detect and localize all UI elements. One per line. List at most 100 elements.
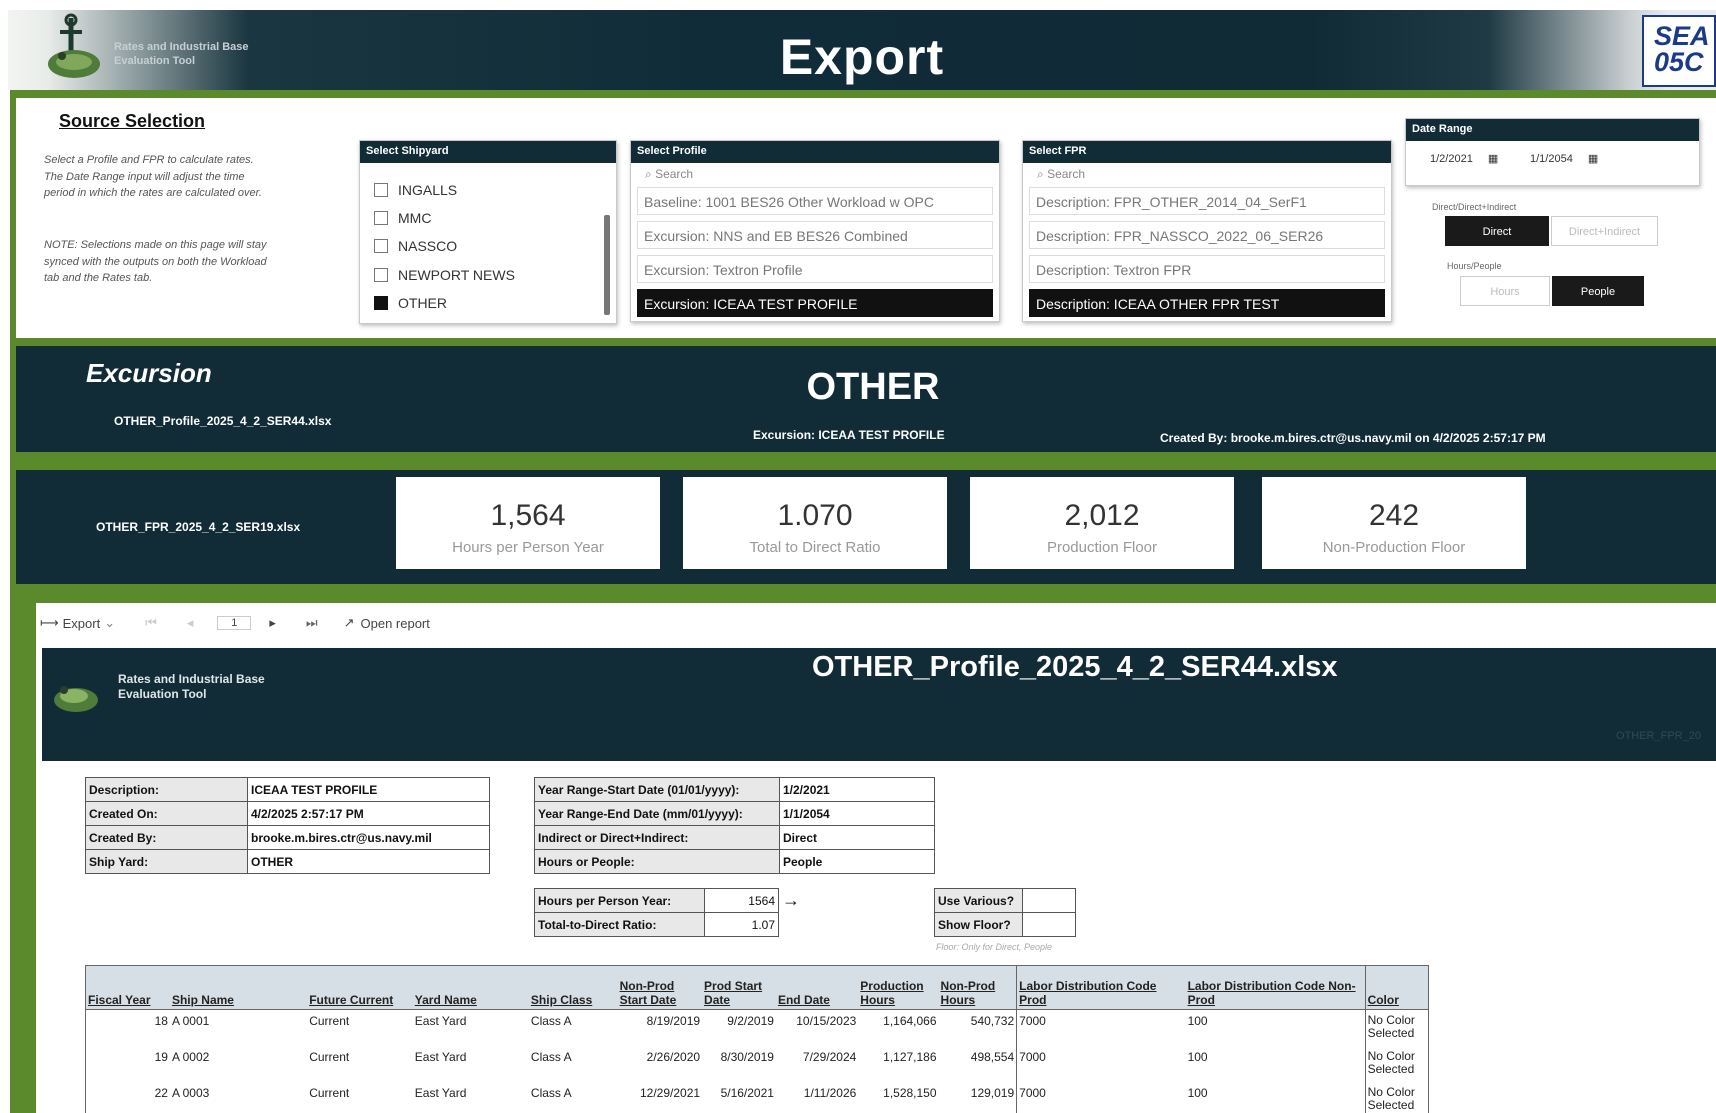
table-cell: 498,554 bbox=[938, 1045, 1018, 1082]
column-header: End Date bbox=[775, 965, 859, 1010]
table-cell: Class A bbox=[530, 1049, 572, 1064]
table-cell: East Yard bbox=[414, 1049, 467, 1064]
kpi-card: 1.070 Total to Direct Ratio bbox=[683, 477, 947, 569]
people-button[interactable]: People bbox=[1552, 276, 1644, 306]
arrow-right-icon: → bbox=[782, 890, 800, 910]
shipyard-option[interactable]: INGALLS bbox=[374, 182, 457, 198]
fpr-option[interactable]: Description: FPR_OTHER_2014_04_SerF1 bbox=[1029, 187, 1385, 215]
table-cell: 9/2/2019 bbox=[727, 1014, 774, 1028]
date-range-slicer: Date Range 1/2/2021 ▦ 1/1/2054 ▦ bbox=[1405, 118, 1700, 186]
created-by: Created By: brooke.m.bires.ctr@us.navy.m… bbox=[1160, 431, 1546, 445]
direct-indirect-button[interactable]: Direct+Indirect bbox=[1551, 216, 1658, 246]
start-date-input[interactable]: 1/2/2021 ▦ bbox=[1430, 152, 1498, 165]
direct-button[interactable]: Direct bbox=[1445, 216, 1549, 246]
excursion-profile: Excursion: ICEAA TEST PROFILE bbox=[753, 428, 945, 442]
profile-option[interactable]: Excursion: Textron Profile bbox=[637, 255, 993, 283]
table-cell: Class A bbox=[530, 1085, 572, 1100]
profile-slicer-header: Select Profile bbox=[631, 141, 999, 163]
profile-search[interactable]: ⌕ Search bbox=[645, 167, 693, 182]
report-header: Rates and Industrial Base Evaluation Too… bbox=[42, 648, 1716, 761]
table-header-row: Fiscal Year Ship Name Future Current Yard N… bbox=[84, 965, 1430, 1010]
checkbox-icon[interactable] bbox=[374, 183, 388, 197]
last-page-icon[interactable]: ⏭ bbox=[306, 615, 318, 631]
first-page-icon[interactable]: ⏮ bbox=[145, 615, 157, 631]
column-header: Production Hours bbox=[858, 965, 939, 1010]
table-cell: No Color Selected bbox=[1364, 1009, 1430, 1046]
chevron-down-icon[interactable]: ⌄ bbox=[104, 615, 115, 631]
table-cell: 100 bbox=[1187, 1049, 1208, 1064]
fpr-file: OTHER_FPR_2025_4_2_SER19.xlsx bbox=[96, 520, 301, 534]
profile-option[interactable]: Baseline: 1001 BES26 Other Workload w OP… bbox=[637, 187, 993, 215]
fpr-option[interactable]: Description: Textron FPR bbox=[1029, 255, 1385, 283]
table-cell: 22 bbox=[84, 1081, 170, 1113]
table-cell: 2/26/2020 bbox=[646, 1049, 701, 1064]
column-header: Ship Name bbox=[169, 965, 308, 1010]
checkbox-checked-icon[interactable] bbox=[374, 296, 388, 310]
report-use-table: Use Various? Show Floor? bbox=[934, 888, 1076, 937]
profile-option[interactable]: Excursion: NNS and EB BES26 Combined bbox=[637, 221, 993, 249]
source-description: Select a Profile and FPR to calculate ra… bbox=[44, 154, 262, 199]
source-selection-title: Source Selection bbox=[59, 111, 206, 131]
open-report-icon[interactable]: ↗ bbox=[344, 615, 355, 631]
table-cell: 1,127,186 bbox=[883, 1049, 937, 1064]
checkbox-icon[interactable] bbox=[374, 239, 388, 253]
direct-toggle-label: Direct/Direct+Indirect bbox=[1432, 202, 1517, 212]
kpi-card: 1,564 Hours per Person Year bbox=[396, 477, 660, 569]
table-cell: 7000 bbox=[1019, 1085, 1046, 1100]
table-cell: 12/29/2021 bbox=[639, 1085, 701, 1100]
fpr-search[interactable]: ⌕ Search bbox=[1037, 167, 1085, 182]
column-header: Ship Class bbox=[528, 965, 618, 1010]
table-cell: 8/30/2019 bbox=[720, 1049, 774, 1064]
shipyard-option-selected[interactable]: OTHER bbox=[374, 295, 447, 311]
fpr-option-selected[interactable]: Description: ICEAA OTHER FPR TEST bbox=[1029, 289, 1385, 317]
calendar-icon[interactable]: ▦ bbox=[1588, 153, 1598, 165]
excursion-file: OTHER_Profile_2025_4_2_SER44.xlsx bbox=[114, 414, 332, 428]
next-page-icon[interactable]: ▸ bbox=[269, 615, 276, 631]
report-range-table: Year Range-Start Date (01/01/yyyy): 1/2/2… bbox=[534, 777, 935, 874]
table-body: 18 A 0001 Current East Yard Class A 8/19/2019… bbox=[84, 1009, 1430, 1113]
calendar-icon[interactable]: ▦ bbox=[1488, 153, 1498, 165]
checkbox-icon[interactable] bbox=[374, 268, 388, 282]
page-number-input[interactable]: 1 bbox=[217, 616, 252, 630]
prev-page-icon[interactable]: ◂ bbox=[187, 615, 194, 631]
table-cell: 1/11/2026 bbox=[803, 1085, 857, 1100]
table-cell: 18 bbox=[84, 1009, 170, 1046]
shipyard-option[interactable]: MMC bbox=[374, 210, 431, 226]
end-date-input[interactable]: 1/1/2054 ▦ bbox=[1530, 152, 1598, 165]
checkbox-icon[interactable] bbox=[374, 211, 388, 225]
search-icon: ⌕ bbox=[1037, 167, 1048, 181]
export-menu[interactable]: Export bbox=[63, 616, 101, 631]
table-cell: East Yard bbox=[414, 1014, 467, 1028]
shipyard-option[interactable]: NASSCO bbox=[374, 238, 457, 254]
export-icon[interactable]: ⟼ bbox=[40, 615, 59, 631]
table-cell: A 0002 bbox=[171, 1049, 210, 1064]
profile-option-selected[interactable]: Excursion: ICEAA TEST PROFILE bbox=[637, 289, 993, 317]
report-info-table: Description: ICEAA TEST PROFILE Created O… bbox=[85, 777, 490, 874]
column-header: Fiscal Year bbox=[84, 965, 170, 1010]
shipyard-slicer-header: Select Shipyard bbox=[360, 141, 616, 163]
fpr-option[interactable]: Description: FPR_NASSCO_2022_06_SER26 bbox=[1029, 221, 1385, 249]
column-header: Non-Prod Hours bbox=[938, 965, 1017, 1010]
hours-button[interactable]: Hours bbox=[1460, 276, 1550, 306]
shipyard-name: OTHER bbox=[806, 366, 940, 408]
date-range-header: Date Range bbox=[1406, 119, 1699, 141]
table-cell: 19 bbox=[84, 1045, 170, 1082]
table-row: 19 A 0002 Current East Yard Class A 2/26/2020… bbox=[84, 1045, 1430, 1082]
table-cell: 1,164,066 bbox=[883, 1014, 937, 1028]
table-cell: 100 bbox=[1187, 1085, 1208, 1100]
shipyard-slicer: Select Shipyard INGALLS MMC NASSCO NEWPO… bbox=[359, 140, 617, 324]
table-cell: 7/29/2024 bbox=[802, 1049, 857, 1064]
table-cell: 8/19/2019 bbox=[646, 1014, 701, 1028]
open-report-link[interactable]: Open report bbox=[361, 616, 430, 631]
fpr-slicer-header: Select FPR bbox=[1023, 141, 1391, 163]
sea-badge: SEA 05C bbox=[1642, 15, 1716, 87]
table-cell: Class A bbox=[530, 1014, 572, 1028]
column-header: Future Current bbox=[307, 965, 413, 1010]
table-row: 18 A 0001 Current East Yard Class A 8/19/2019… bbox=[84, 1009, 1430, 1046]
table-cell: A 0003 bbox=[171, 1085, 210, 1100]
shipyard-scrollbar[interactable] bbox=[604, 215, 610, 315]
shipyard-option[interactable]: NEWPORT NEWS bbox=[374, 267, 515, 283]
kpi-card: 242 Non-Production Floor bbox=[1262, 477, 1526, 569]
report-title: OTHER_Profile_2025_4_2_SER44.xlsx bbox=[812, 651, 1338, 683]
ship-data-table: Fiscal Year Ship Name Future Current Yard N… bbox=[84, 965, 1430, 1113]
